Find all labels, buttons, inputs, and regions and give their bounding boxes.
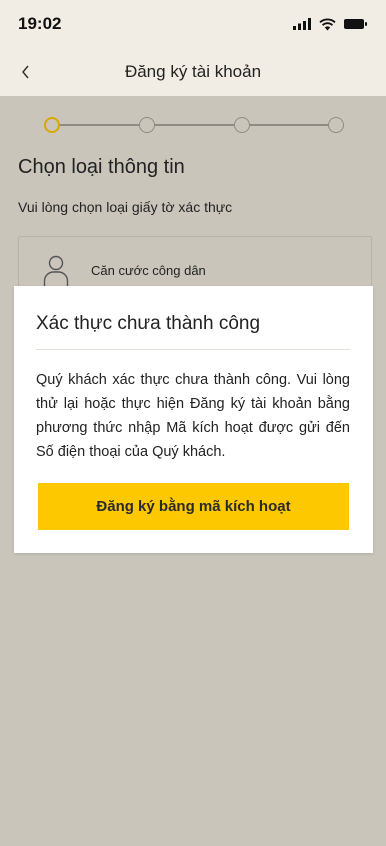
step-3 <box>234 117 250 133</box>
chevron-left-icon <box>22 65 29 79</box>
dialog-message: Quý khách xác thực chưa thành công. Vui … <box>36 372 350 460</box>
battery-icon <box>344 19 367 29</box>
signal-icon <box>293 18 311 30</box>
dialog-divider <box>36 349 350 350</box>
option-label: Căn cước công dân <box>91 263 206 278</box>
step-2 <box>139 117 155 133</box>
status-icons <box>293 18 368 31</box>
nav-title: Đăng ký tài khoản <box>124 62 262 81</box>
user-icon <box>43 255 69 288</box>
page-title: Chọn loại thông tin <box>18 156 185 178</box>
status-bar: 19:02 <box>0 0 386 48</box>
nav-bar: Đăng ký tài khoản <box>0 48 386 96</box>
stepper <box>44 117 344 133</box>
back-button[interactable] <box>14 60 38 84</box>
step-connector <box>250 124 328 126</box>
wifi-icon <box>319 18 336 30</box>
step-4 <box>328 117 344 133</box>
step-1 <box>44 117 60 133</box>
dialog-title: Xác thực chưa thành công <box>36 313 261 334</box>
step-connector <box>60 124 139 126</box>
page-subtitle: Vui lòng chọn loại giấy tờ xác thực <box>18 199 233 215</box>
register-with-activation-code-button[interactable]: Đăng ký bằng mã kích hoạt <box>38 483 349 530</box>
error-dialog: Xác thực chưa thành công Quý khách xác t… <box>14 286 373 553</box>
step-connector <box>155 124 234 126</box>
status-time: 19:02 <box>18 14 62 33</box>
